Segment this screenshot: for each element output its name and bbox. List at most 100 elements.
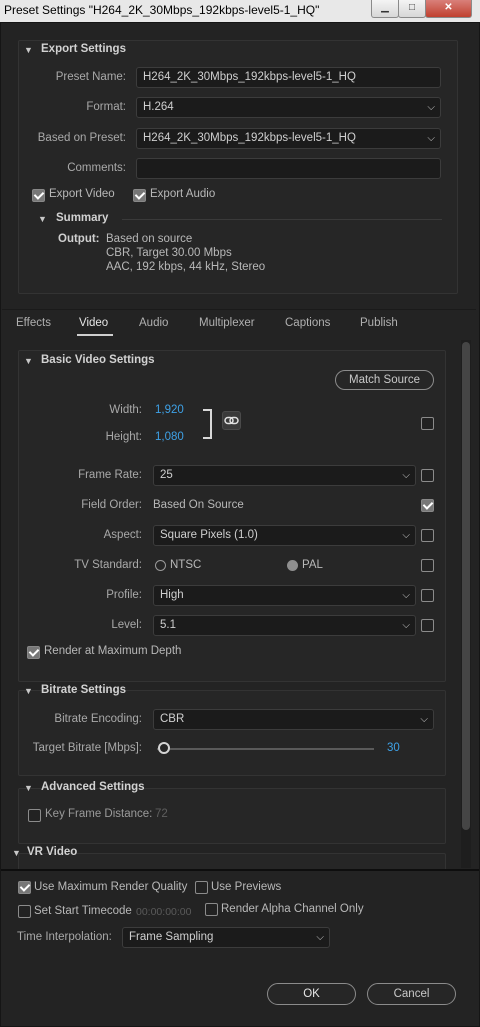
title-bar: Preset Settings "H264_2K_30Mbps_192kbps-… [0,0,480,23]
match-dimensions-checkbox[interactable] [421,417,434,430]
bitrate-encoding-value: CBR [160,713,185,725]
match-level-checkbox[interactable] [421,619,434,632]
vr-panel [18,853,446,870]
render-max-depth-checkbox[interactable] [27,646,40,659]
chevron-down-icon: ⌵ [402,590,410,601]
minimize-button[interactable]: ▁ [371,0,399,18]
tab-publish[interactable]: Publish [360,317,398,329]
chevron-down-icon: ⌵ [427,102,435,113]
export-video-checkbox[interactable] [32,189,45,202]
max-render-quality-checkbox[interactable] [18,881,31,894]
tv-standard-label: TV Standard: [74,559,142,571]
aspect-link-bracket [203,409,212,439]
key-frame-checkbox[interactable] [28,809,41,822]
level-select[interactable]: 5.1 ⌵ [153,615,416,636]
start-timecode-value: 00:00:00:00 [136,906,192,918]
match-field-order-checkbox[interactable] [421,499,434,512]
chevron-down-icon: ⌵ [427,133,435,144]
use-previews-checkbox[interactable] [195,881,208,894]
match-source-button[interactable]: Match Source [335,370,434,390]
render-max-depth-label: Render at Maximum Depth [44,645,182,657]
export-audio-checkbox[interactable] [133,189,146,202]
key-frame-value: 72 [155,808,168,820]
tab-multiplexer[interactable]: Multiplexer [199,317,255,329]
collapse-advanced-icon[interactable]: ▼ [24,783,33,793]
collapse-basic-video-icon[interactable]: ▼ [24,356,33,366]
aspect-select[interactable]: Square Pixels (1.0) ⌵ [153,525,416,546]
based-on-preset-value: H264_2K_30Mbps_192kbps-level5-1_HQ [143,132,356,144]
output-label: Output: [58,233,100,245]
tab-effects[interactable]: Effects [16,317,51,329]
time-interpolation-select[interactable]: Frame Sampling ⌵ [122,927,330,948]
close-icon: ✕ [444,2,453,13]
ok-button[interactable]: OK [267,983,356,1005]
collapse-summary-icon[interactable]: ▼ [38,214,47,224]
height-value[interactable]: 1,080 [155,431,184,443]
match-aspect-checkbox[interactable] [421,529,434,542]
bitrate-encoding-label: Bitrate Encoding: [54,713,142,725]
bitrate-header: Bitrate Settings [41,684,126,696]
cancel-button[interactable]: Cancel [367,983,456,1005]
format-label: Format: [86,101,126,113]
frame-rate-select[interactable]: 25 ⌵ [153,465,416,486]
format-select[interactable]: H.264 ⌵ [136,97,441,118]
chevron-down-icon: ⌵ [420,714,428,725]
output-line: CBR, Target 30.00 Mbps [106,247,232,259]
pal-label: PAL [302,559,323,571]
match-tv-standard-checkbox[interactable] [421,559,434,572]
width-label: Width: [109,404,142,416]
ntsc-label: NTSC [170,559,202,571]
comments-label: Comments: [67,162,126,174]
maximize-icon: □ [408,2,416,13]
vr-header: VR Video [27,846,78,858]
target-bitrate-label: Target Bitrate [Mbps]: [32,742,142,754]
tab-audio[interactable]: Audio [139,317,168,329]
tab-captions[interactable]: Captions [285,317,330,329]
export-audio-label: Export Audio [150,188,216,200]
format-value: H.264 [143,101,174,113]
collapse-bitrate-icon[interactable]: ▼ [24,686,33,696]
render-alpha-checkbox[interactable] [205,903,218,916]
height-label: Height: [105,431,142,443]
tab-video[interactable]: Video [79,317,108,329]
export-settings-header: Export Settings [41,43,126,55]
scrollbar-thumb[interactable] [462,342,470,830]
based-on-preset-select[interactable]: H264_2K_30Mbps_192kbps-level5-1_HQ ⌵ [136,128,441,149]
frame-rate-value: 25 [160,469,173,481]
set-start-timecode-label: Set Start Timecode [34,905,132,917]
bitrate-slider-track[interactable] [157,748,374,750]
based-on-preset-label: Based on Preset: [37,132,126,144]
collapse-vr-icon[interactable]: ▼ [12,848,21,858]
profile-select[interactable]: High ⌵ [153,585,416,606]
collapse-export-icon[interactable]: ▼ [24,45,33,55]
bitrate-slider-handle[interactable] [157,742,170,754]
time-interpolation-value: Frame Sampling [129,931,214,943]
bitrate-panel [18,690,446,776]
field-order-value: Based On Source [153,499,244,511]
chevron-down-icon: ⌵ [402,620,410,631]
comments-input[interactable] [136,158,441,179]
close-button[interactable]: ✕ [425,0,472,18]
match-profile-checkbox[interactable] [421,589,434,602]
chevron-down-icon: ⌵ [402,470,410,481]
match-frame-rate-checkbox[interactable] [421,469,434,482]
maximize-button[interactable]: □ [398,0,426,18]
output-line: Based on source [106,233,193,245]
link-dimensions-button[interactable] [222,411,241,430]
footer-divider [1,869,479,871]
set-start-timecode-checkbox[interactable] [18,905,31,918]
pal-radio[interactable] [287,560,298,571]
minimize-icon: ▁ [381,2,389,13]
level-label: Level: [111,619,142,631]
chevron-down-icon: ⌵ [316,932,324,943]
frame-rate-label: Frame Rate: [78,469,142,481]
target-bitrate-value[interactable]: 30 [387,742,400,754]
field-order-label: Field Order: [81,499,142,511]
preset-name-input[interactable]: H264_2K_30Mbps_192kbps-level5-1_HQ [136,67,441,88]
tabs-divider [2,309,476,310]
bitrate-encoding-select[interactable]: CBR ⌵ [153,709,434,730]
width-value[interactable]: 1,920 [155,404,184,416]
ntsc-radio[interactable] [155,560,166,571]
render-alpha-label: Render Alpha Channel Only [221,903,364,915]
time-interpolation-label: Time Interpolation: [17,931,112,943]
